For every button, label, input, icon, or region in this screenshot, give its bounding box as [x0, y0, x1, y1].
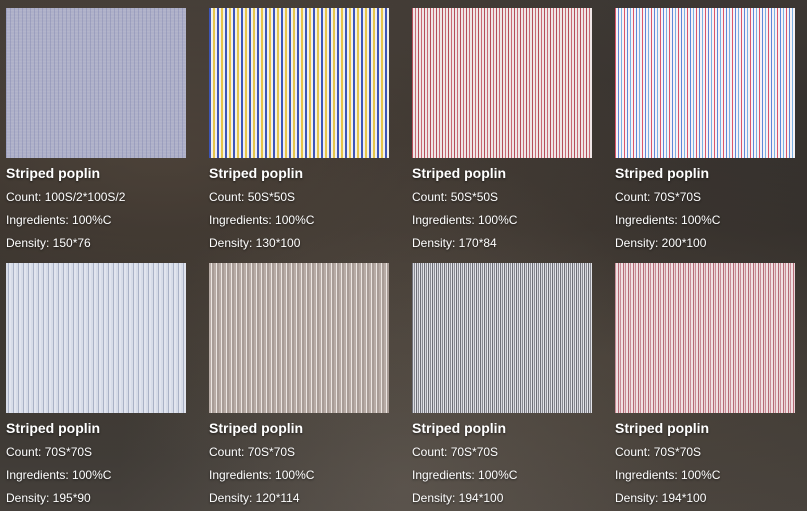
- product-title[interactable]: Striped poplin: [209, 420, 303, 436]
- product-title[interactable]: Striped poplin: [412, 165, 506, 181]
- product-ingredients: Ingredients: 100%C: [412, 468, 518, 482]
- product-density: Density: 200*100: [615, 236, 707, 250]
- fabric-swatch-image[interactable]: [6, 263, 186, 413]
- product-title[interactable]: Striped poplin: [6, 420, 100, 436]
- product-count: Count: 70S*70S: [412, 445, 499, 459]
- product-title[interactable]: Striped poplin: [209, 165, 303, 181]
- product-count: Count: 70S*70S: [615, 190, 702, 204]
- product-density: Density: 150*76: [6, 236, 91, 250]
- product-ingredients: Ingredients: 100%C: [615, 468, 721, 482]
- product-density: Density: 195*90: [6, 491, 91, 505]
- fabric-swatch-image[interactable]: [209, 8, 389, 158]
- product-ingredients: Ingredients: 100%C: [209, 213, 315, 227]
- product-density: Density: 120*114: [209, 491, 300, 505]
- fabric-swatch-image[interactable]: [615, 263, 795, 413]
- product-density: Density: 194*100: [615, 491, 707, 505]
- fabric-swatch-image[interactable]: [615, 8, 795, 158]
- product-ingredients: Ingredients: 100%C: [6, 468, 112, 482]
- fabric-swatch-image[interactable]: [209, 263, 389, 413]
- product-ingredients: Ingredients: 100%C: [6, 213, 112, 227]
- product-grid: Striped poplin Count: 100S/2*100S/2 Ingr…: [0, 0, 807, 511]
- product-ingredients: Ingredients: 100%C: [209, 468, 315, 482]
- product-density: Density: 170*84: [412, 236, 497, 250]
- product-title[interactable]: Striped poplin: [615, 420, 709, 436]
- product-title[interactable]: Striped poplin: [412, 420, 506, 436]
- product-count: Count: 50S*50S: [412, 190, 499, 204]
- fabric-swatch-image[interactable]: [412, 263, 592, 413]
- product-density: Density: 130*100: [209, 236, 301, 250]
- product-density: Density: 194*100: [412, 491, 504, 505]
- product-count: Count: 100S/2*100S/2: [6, 190, 126, 204]
- product-count: Count: 70S*70S: [615, 445, 702, 459]
- product-count: Count: 70S*70S: [6, 445, 93, 459]
- product-count: Count: 50S*50S: [209, 190, 296, 204]
- product-title[interactable]: Striped poplin: [615, 165, 709, 181]
- fabric-swatch-image[interactable]: [412, 8, 592, 158]
- fabric-swatch-image[interactable]: [6, 8, 186, 158]
- product-ingredients: Ingredients: 100%C: [412, 213, 518, 227]
- product-ingredients: Ingredients: 100%C: [615, 213, 721, 227]
- product-title[interactable]: Striped poplin: [6, 165, 100, 181]
- product-count: Count: 70S*70S: [209, 445, 296, 459]
